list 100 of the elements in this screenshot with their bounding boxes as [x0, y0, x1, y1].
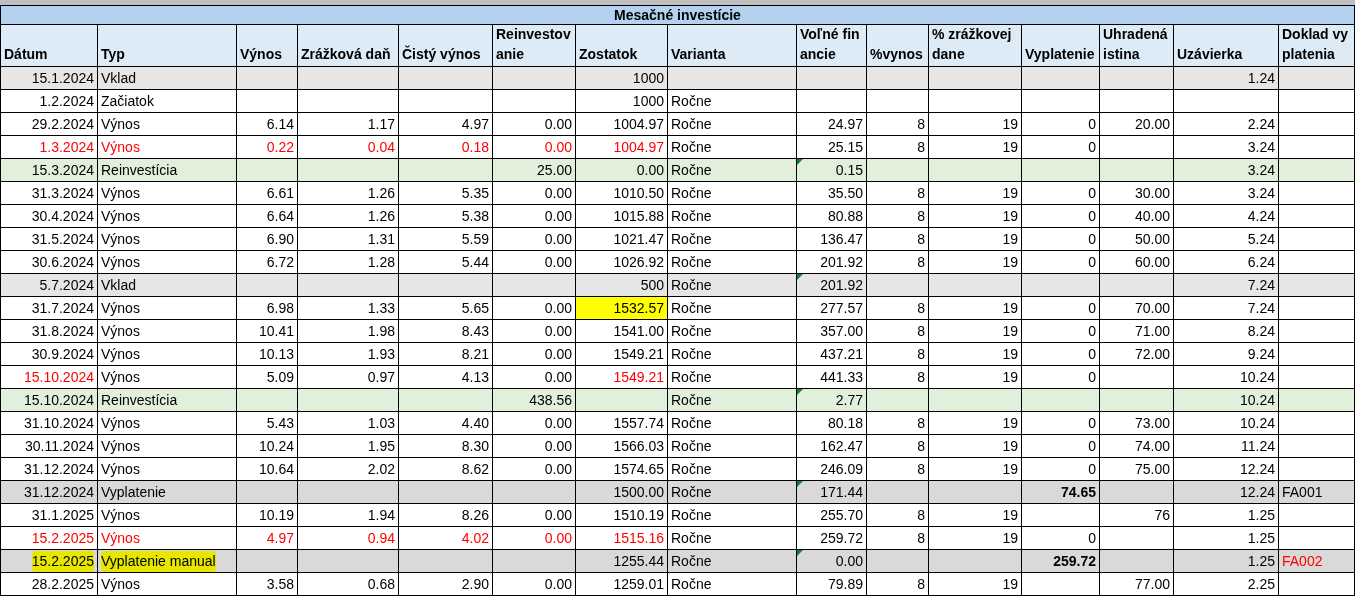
table-cell: 10.24 — [237, 435, 298, 458]
table-cell: 1015.88 — [576, 205, 668, 228]
table-cell: 0.00 — [493, 412, 576, 435]
table-cell — [237, 550, 298, 573]
table-cell: 6.64 — [237, 205, 298, 228]
table-cell: 1000 — [576, 90, 668, 113]
column-header: Dátum — [0, 25, 98, 67]
table-cell: 35.50 — [797, 182, 867, 205]
table-cell — [237, 159, 298, 182]
table-cell: 1004.97 — [576, 136, 668, 159]
table-cell: 19 — [929, 435, 1022, 458]
table-cell: 0.22 — [237, 136, 298, 159]
table-cell: 1026.92 — [576, 251, 668, 274]
table-cell: 8 — [867, 297, 929, 320]
table-cell: 74.65 — [1022, 481, 1100, 504]
table-cell: 31.5.2024 — [0, 228, 98, 251]
table-cell: 31.12.2024 — [0, 458, 98, 481]
table-cell: Ročne — [668, 228, 797, 251]
table-cell: Výnos — [98, 527, 237, 550]
table-cell: 1.33 — [298, 297, 399, 320]
table-cell: 0 — [1022, 458, 1100, 481]
table-cell: 0 — [1022, 251, 1100, 274]
table-cell: 136.47 — [797, 228, 867, 251]
table-cell: 5.65 — [399, 297, 493, 320]
table-cell: 19 — [929, 320, 1022, 343]
table-cell: Ročne — [668, 481, 797, 504]
table-cell: 1.17 — [298, 113, 399, 136]
table-cell: 1.3.2024 — [0, 136, 98, 159]
table-cell: Výnos — [98, 113, 237, 136]
table-cell: 0 — [1022, 182, 1100, 205]
table-cell — [867, 90, 929, 113]
table-cell: 8 — [867, 527, 929, 550]
table-cell: 6.72 — [237, 251, 298, 274]
table-cell: 255.70 — [797, 504, 867, 527]
table-cell: 1532.57 — [576, 297, 668, 320]
table-cell — [797, 90, 867, 113]
table-cell: 19 — [929, 297, 1022, 320]
table-cell: 0.00 — [493, 343, 576, 366]
table-cell: 1.24 — [1174, 67, 1279, 90]
table-cell: 19 — [929, 504, 1022, 527]
column-header: Vyplatenie — [1022, 25, 1100, 67]
table-cell — [237, 90, 298, 113]
table-cell: 7.24 — [1174, 274, 1279, 297]
table-cell: 437.21 — [797, 343, 867, 366]
table-cell: 438.56 — [493, 389, 576, 412]
table-cell: 1010.50 — [576, 182, 668, 205]
table-cell: 19 — [929, 527, 1022, 550]
column-header: Zrážková daň — [298, 25, 399, 67]
table-cell: 28.2.2025 — [0, 573, 98, 596]
table-cell: 76 — [1100, 504, 1174, 527]
table-cell: 201.92 — [797, 251, 867, 274]
table-cell: 8.62 — [399, 458, 493, 481]
table-cell: 0 — [1022, 435, 1100, 458]
table-cell: Ročne — [668, 435, 797, 458]
column-header: Doklad vyplatenia — [1279, 25, 1355, 67]
table-cell: Výnos — [98, 136, 237, 159]
table-cell: 10.41 — [237, 320, 298, 343]
table-cell: Ročne — [668, 251, 797, 274]
table-cell: 8 — [867, 412, 929, 435]
table-cell: FA001 — [1279, 481, 1355, 504]
table-cell: 10.19 — [237, 504, 298, 527]
table-cell: Vklad — [98, 274, 237, 297]
table-cell: 19 — [929, 366, 1022, 389]
table-cell: 19 — [929, 136, 1022, 159]
table-cell: 0 — [1022, 297, 1100, 320]
column-header: Typ — [98, 25, 237, 67]
table-cell: 0.00 — [493, 320, 576, 343]
table-cell: 77.00 — [1100, 573, 1174, 596]
table-cell: 357.00 — [797, 320, 867, 343]
table-cell: 1.93 — [298, 343, 399, 366]
table-cell: 31.12.2024 — [0, 481, 98, 504]
table-cell — [867, 159, 929, 182]
table-cell: Ročne — [668, 205, 797, 228]
table-cell: Výnos — [98, 366, 237, 389]
table-cell: 5.44 — [399, 251, 493, 274]
column-header: Voľné financie — [797, 25, 867, 67]
table-cell — [237, 67, 298, 90]
table-cell: 162.47 — [797, 435, 867, 458]
table-cell: 80.88 — [797, 205, 867, 228]
table-cell: 259.72 — [797, 527, 867, 550]
table-cell: Ročne — [668, 412, 797, 435]
table-cell: Výnos — [98, 228, 237, 251]
table-cell: 1510.19 — [576, 504, 668, 527]
column-header: Výnos — [237, 25, 298, 67]
table-cell: 0.68 — [298, 573, 399, 596]
table-cell: 71.00 — [1100, 320, 1174, 343]
table-cell: 31.7.2024 — [0, 297, 98, 320]
table-cell: 8 — [867, 228, 929, 251]
table-cell: 5.7.2024 — [0, 274, 98, 297]
table-cell: 30.00 — [1100, 182, 1174, 205]
table-cell: 1.26 — [298, 182, 399, 205]
table-cell: 441.33 — [797, 366, 867, 389]
table-cell: 1566.03 — [576, 435, 668, 458]
table-cell: Vyplatenie manual — [98, 550, 237, 573]
table-cell: 1004.97 — [576, 113, 668, 136]
table-cell: 3.24 — [1174, 182, 1279, 205]
table-cell: 11.24 — [1174, 435, 1279, 458]
table-cell: 500 — [576, 274, 668, 297]
table-cell: Ročne — [668, 343, 797, 366]
table-cell: Výnos — [98, 412, 237, 435]
